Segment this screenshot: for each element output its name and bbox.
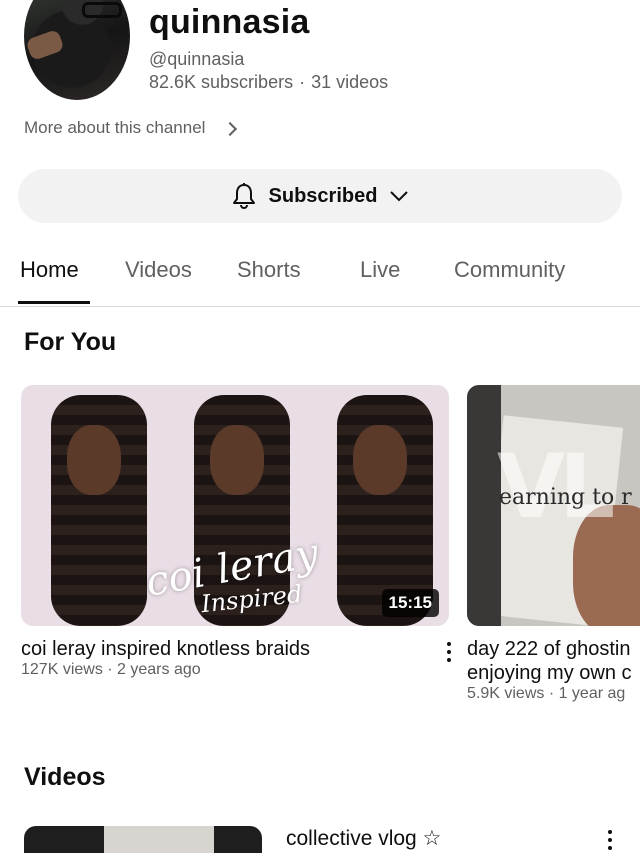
- tab-shorts[interactable]: Shorts: [237, 257, 301, 283]
- thumbnail-overlay-text: earning to r: [499, 485, 632, 510]
- thumbnail-shadow: [467, 385, 501, 626]
- more-about-label: More about this channel: [24, 118, 206, 137]
- video-title[interactable]: collective vlog ☆: [286, 826, 441, 851]
- tab-live[interactable]: Live: [360, 257, 400, 283]
- tab-community[interactable]: Community: [454, 257, 565, 283]
- video-meta: 127K views · 2 years ago: [21, 661, 201, 678]
- channel-avatar[interactable]: [24, 0, 130, 100]
- avatar-hand: [25, 28, 65, 62]
- thumbnail-panel: [21, 385, 164, 626]
- channel-name: quinnasia: [149, 3, 310, 41]
- more-options-icon[interactable]: [604, 830, 616, 850]
- channel-tabs: Home Videos Shorts Live Community: [0, 245, 640, 307]
- subscribed-button[interactable]: Subscribed: [18, 169, 622, 223]
- section-title-videos: Videos: [24, 763, 106, 791]
- more-about-channel-link[interactable]: More about this channel: [24, 118, 238, 138]
- active-tab-indicator: [18, 301, 90, 304]
- chevron-right-icon: [223, 121, 238, 136]
- video-thumbnail[interactable]: VL earning to r: [467, 385, 640, 626]
- channel-handle: @quinnasia: [149, 49, 245, 69]
- avatar-glasses: [82, 2, 122, 18]
- video-count: 31 videos: [311, 72, 389, 92]
- more-options-icon[interactable]: [443, 642, 455, 662]
- tab-home[interactable]: Home: [20, 257, 79, 283]
- channel-meta: 82.6K subscribers · 31 videos: [149, 72, 388, 93]
- tab-videos[interactable]: Videos: [125, 257, 192, 283]
- subscribed-label: Subscribed: [268, 184, 378, 207]
- video-title[interactable]: coi leray inspired knotless braids: [21, 638, 310, 661]
- video-duration: 15:15: [381, 589, 439, 617]
- video-thumbnail[interactable]: coi leray Inspired 15:15: [21, 385, 449, 626]
- video-title-line2[interactable]: enjoying my own c: [467, 662, 632, 685]
- video-title[interactable]: day 222 of ghostin: [467, 638, 630, 661]
- meta-separator: ·: [299, 72, 306, 92]
- bell-icon: [231, 182, 257, 210]
- video-meta: 5.9K views · 1 year ag: [467, 685, 626, 702]
- thumbnail-image: [104, 826, 214, 853]
- video-thumbnail[interactable]: [24, 826, 262, 853]
- section-title-for-you: For You: [24, 328, 117, 356]
- chevron-down-icon: [389, 190, 409, 202]
- subscriber-count: 82.6K subscribers: [149, 72, 294, 92]
